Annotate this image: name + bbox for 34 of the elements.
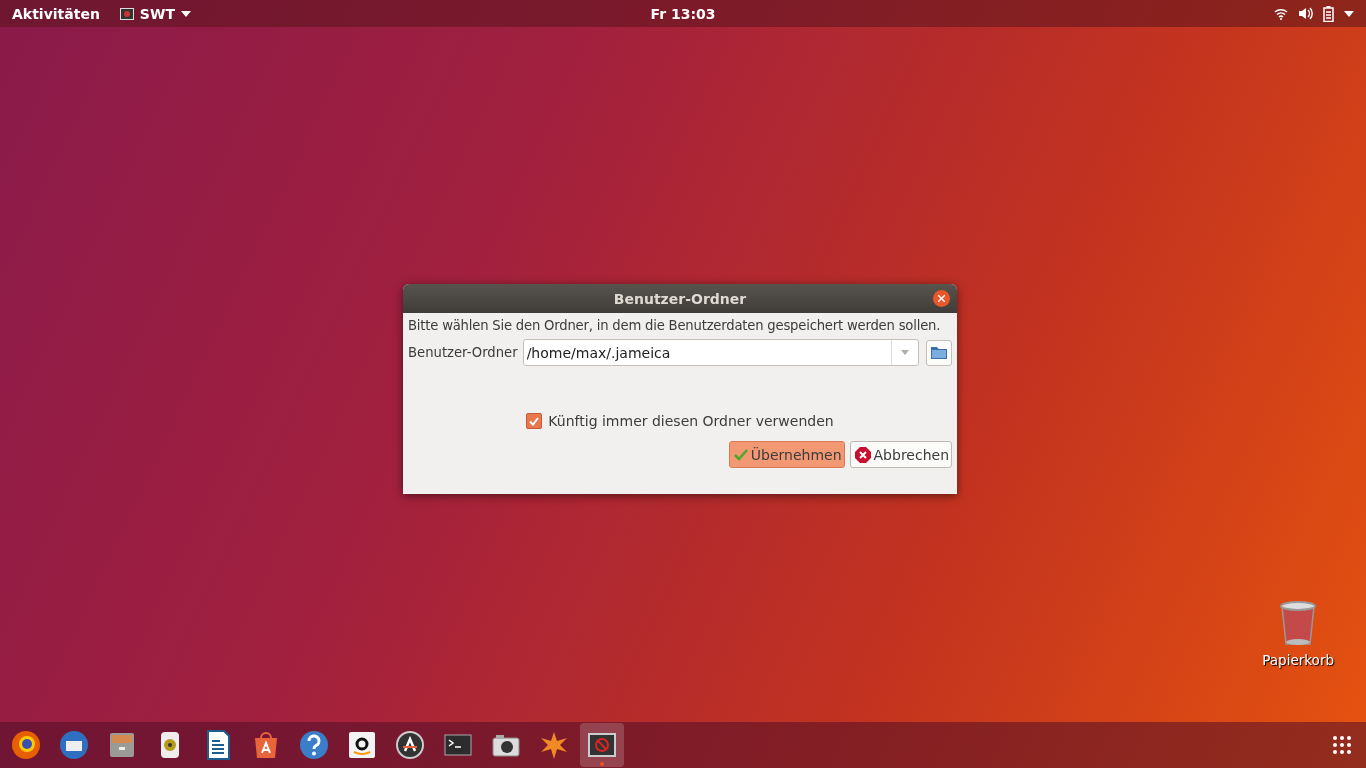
path-field[interactable]: /home/max/.jameica	[523, 344, 891, 361]
instruction-text: Bitte wählen Sie den Ordner, in dem die Benutzerdaten gespeichert werden sollen.	[408, 318, 942, 333]
field-label: Benutzer-Ordner	[408, 345, 518, 360]
checkbox[interactable]	[526, 413, 543, 429]
desktop-icon-label[interactable]: Papierkorb	[1262, 652, 1334, 668]
close-button[interactable]	[933, 290, 950, 307]
caret-icon[interactable]	[1344, 10, 1354, 17]
updater-icon	[394, 729, 426, 761]
dialog-title: Benutzer-Ordner	[613, 290, 747, 307]
battery-icon[interactable]	[1323, 5, 1334, 22]
dock-item[interactable]	[580, 723, 624, 767]
clock[interactable]: Fr 13:03	[650, 5, 716, 22]
browser-icon	[10, 729, 42, 761]
folder-icon	[931, 346, 947, 359]
cancel-icon	[854, 446, 871, 463]
browse-button[interactable]	[926, 339, 952, 366]
shopping-icon	[346, 729, 378, 761]
caret-icon	[180, 10, 191, 17]
volume-icon[interactable]	[1298, 7, 1313, 20]
mail-icon	[58, 729, 90, 761]
trash-can-icon[interactable]	[1278, 600, 1319, 646]
checkmark-icon	[733, 448, 748, 461]
app-grid-button[interactable]	[1332, 735, 1352, 755]
window-icon	[119, 7, 134, 20]
wifi-icon[interactable]	[1274, 7, 1288, 20]
cancel-button[interactable]: Abbrechen	[849, 441, 952, 468]
help-icon	[298, 729, 330, 761]
activities-button[interactable]: Aktivitäten	[12, 5, 100, 22]
running-indicator	[600, 762, 604, 766]
folder-combo-box[interactable]: /home/max/.jameica	[522, 339, 919, 366]
apply-button[interactable]: Übernehmen	[728, 441, 845, 468]
close-icon	[938, 295, 945, 302]
checkbox-label[interactable]: Künftig immer diesen Ordner verwenden	[548, 413, 834, 429]
app-menu[interactable]: SWT	[119, 5, 191, 22]
